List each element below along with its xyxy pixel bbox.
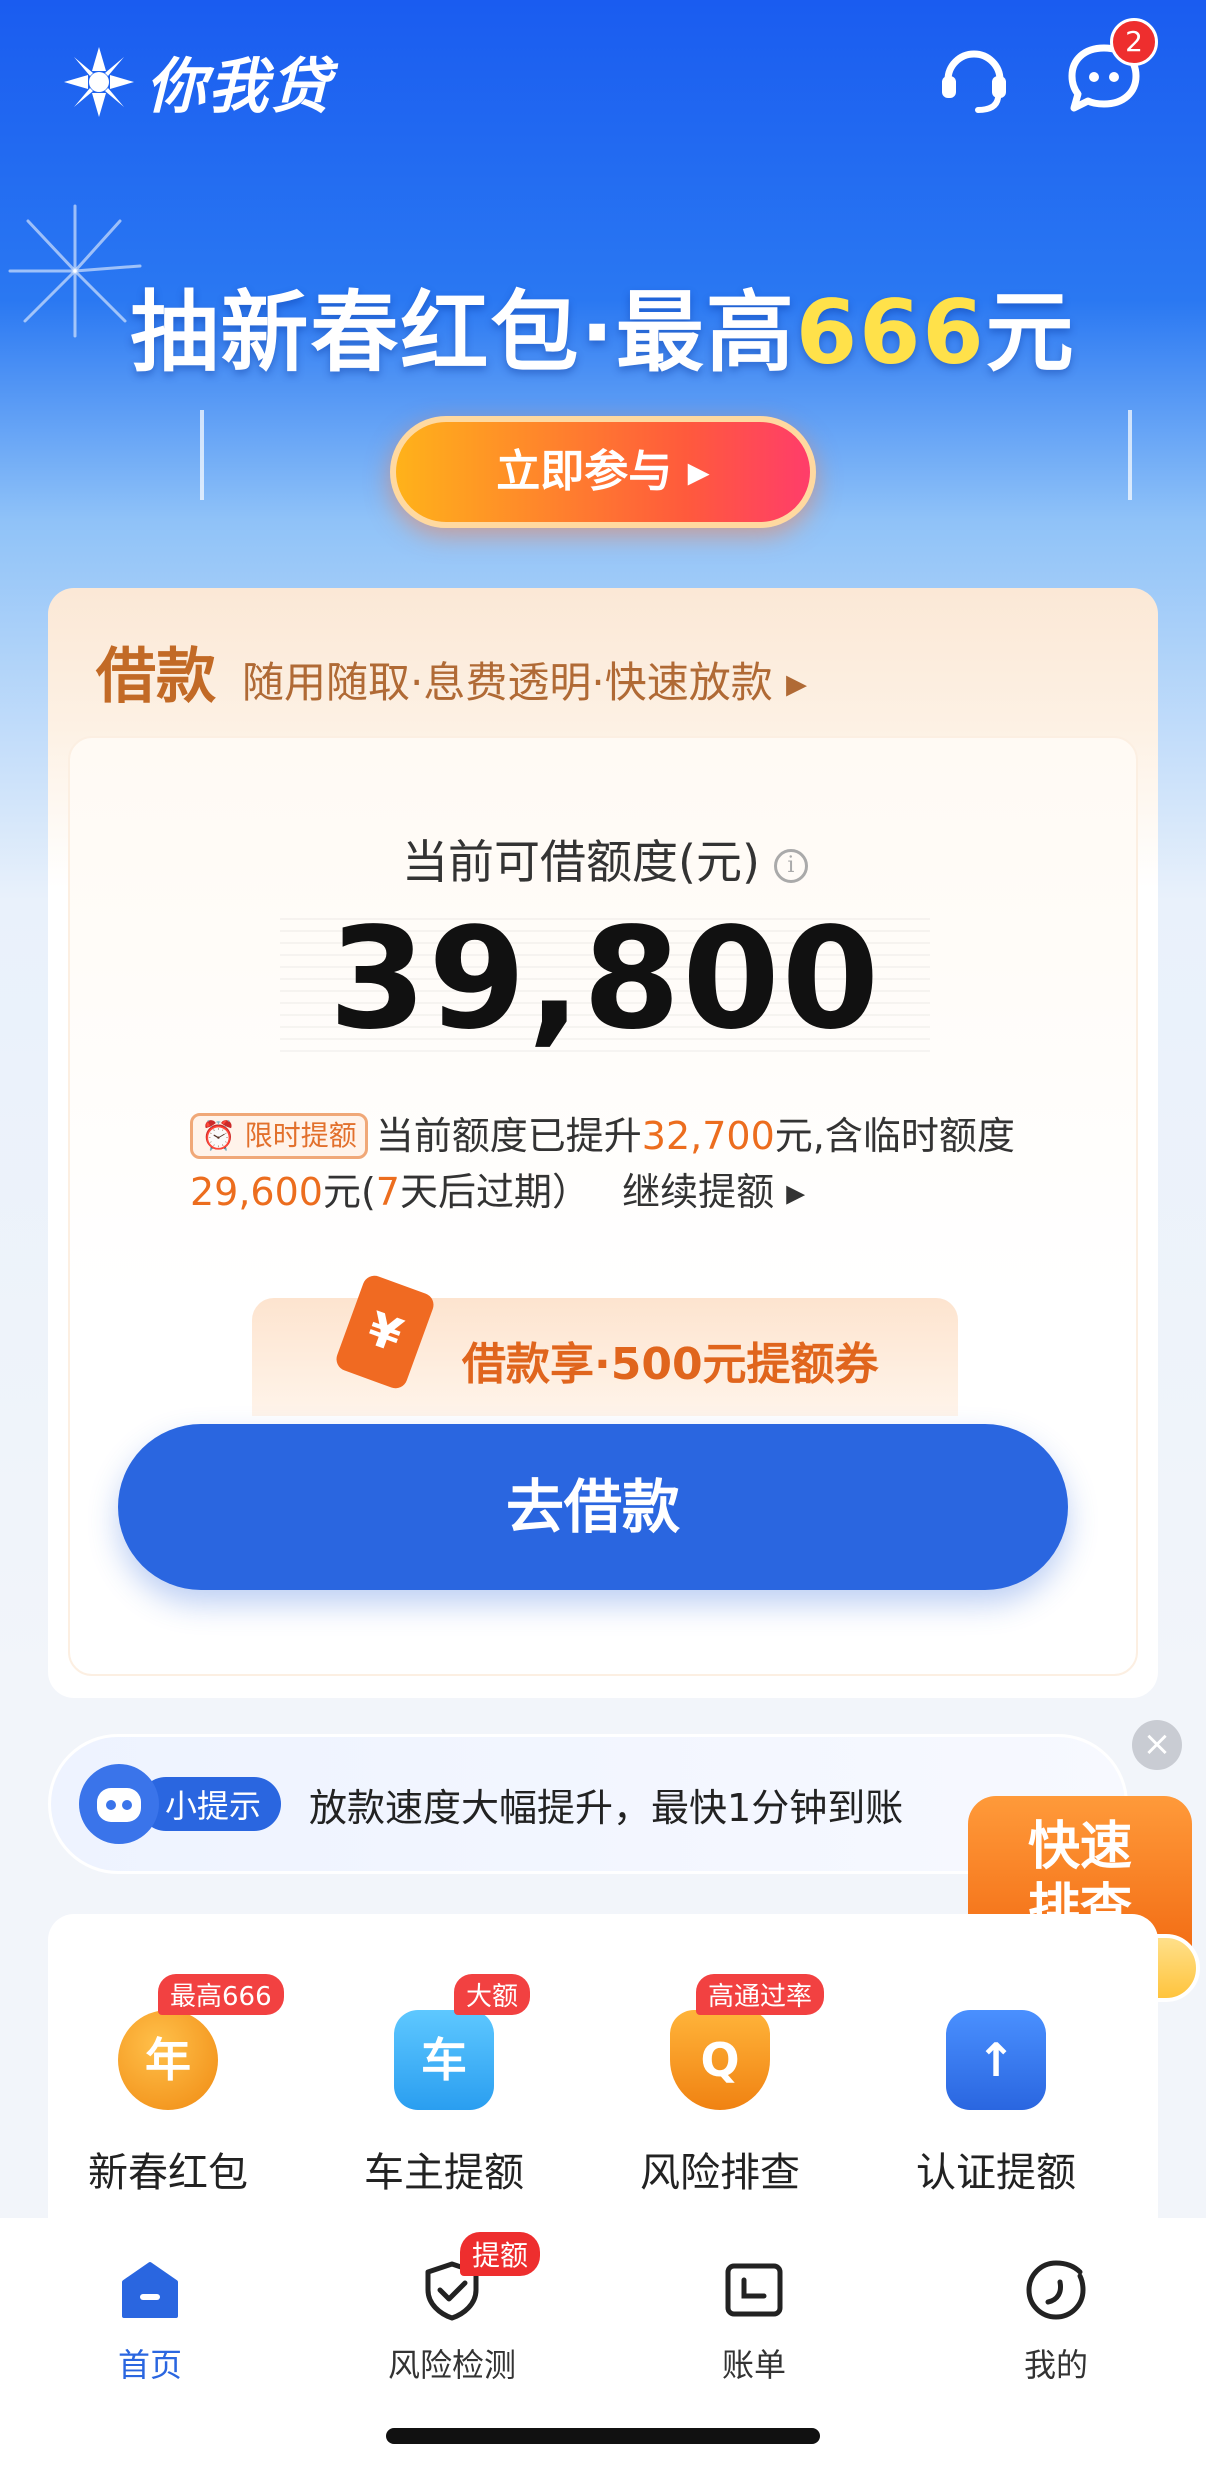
profile-icon [1026, 2260, 1086, 2320]
service-new-year-envelope[interactable]: 年 最高666 新春红包 [48, 1974, 288, 2210]
coupon-banner[interactable]: ¥ 借款享·500元提额券 [252, 1272, 958, 1416]
info-icon[interactable]: i [773, 848, 808, 883]
service-badge: 大额 [454, 1974, 531, 2015]
sparkle-decoration [1128, 410, 1132, 500]
join-now-button[interactable]: 立即参与 ▸ [390, 416, 816, 528]
coupon-icon: ¥ [333, 1272, 437, 1392]
tab-badge: 提额 [460, 2232, 541, 2276]
loan-card-header[interactable]: 借款 随用随取·息费透明·快速放款 ▸ [96, 628, 807, 715]
tab-risk-detection[interactable]: 提额 风险检测 [352, 2232, 552, 2388]
tip-tag: 小提示 [139, 1777, 282, 1831]
home-indicator[interactable] [386, 2428, 820, 2444]
tip-text: 放款速度大幅提升，最快1分钟到账 [309, 1785, 904, 1830]
message-button[interactable]: 2 [1066, 18, 1158, 116]
service-badge: 最高666 [158, 1974, 284, 2015]
sparkle-decoration [200, 410, 204, 500]
tab-bills[interactable]: 账单 [654, 2248, 854, 2388]
customer-service-icon[interactable] [936, 40, 1012, 116]
service-car-owner[interactable]: 车 大额 车主提额 [324, 1974, 564, 2210]
logo-icon [64, 46, 134, 117]
robot-avatar-icon [79, 1764, 159, 1844]
tab-home[interactable]: 首页 [50, 2248, 250, 2388]
continue-raise-link[interactable]: 继续提额 ▸ [622, 1170, 805, 1214]
quota-label: 当前可借额度(元) i [70, 826, 1140, 892]
promo-banner-title[interactable]: 抽新春红包·最高666元 [0, 262, 1206, 389]
service-badge: 高通过率 [696, 1974, 825, 2015]
logo-text: 你我贷 [146, 52, 332, 122]
coupon-text: 借款享·500元提额券 [462, 1339, 879, 1390]
service-label: 认证提额 [916, 2150, 1076, 2196]
home-icon [122, 2262, 178, 2318]
limited-time-tag: ⏰ 限时提额 [190, 1113, 368, 1159]
close-icon[interactable]: × [1132, 1720, 1182, 1770]
service-label: 车主提额 [364, 2150, 524, 2196]
service-verify-raise[interactable]: ↑ 认证提额 [876, 2010, 1116, 2210]
upload-arrow-icon: ↑ [946, 2010, 1046, 2110]
shield-search-icon: Q [670, 2010, 770, 2110]
service-label: 风险排查 [640, 2150, 800, 2196]
loan-title: 借款 [96, 642, 216, 712]
borrow-button[interactable]: 去借款 [118, 1424, 1068, 1590]
service-label: 新春红包 [88, 2150, 248, 2196]
car-icon: 车 [394, 2010, 494, 2110]
services-panel: 年 最高666 新春红包 车 大额 车主提额 Q 高通过率 风险排查 ↑ 认证提… [48, 1914, 1158, 2234]
quota-raise-note: ⏰ 限时提额 当前额度已提升32,700元,含临时额度 29,600元(7天后过期… [190, 1113, 1015, 1214]
new-year-envelope-icon: 年 [118, 2010, 218, 2110]
bill-icon [725, 2263, 783, 2317]
service-risk-check[interactable]: Q 高通过率 风险排查 [600, 1974, 840, 2210]
tab-mine[interactable]: 我的 [956, 2248, 1156, 2388]
app-header: 你我贷 2 [0, 0, 1206, 160]
message-badge: 2 [1110, 18, 1158, 66]
loan-subtitle: 随用随取·息费透明·快速放款 ▸ [242, 658, 808, 707]
app-logo: 你我贷 [60, 38, 332, 125]
quota-value: 39,800 [328, 898, 882, 1061]
